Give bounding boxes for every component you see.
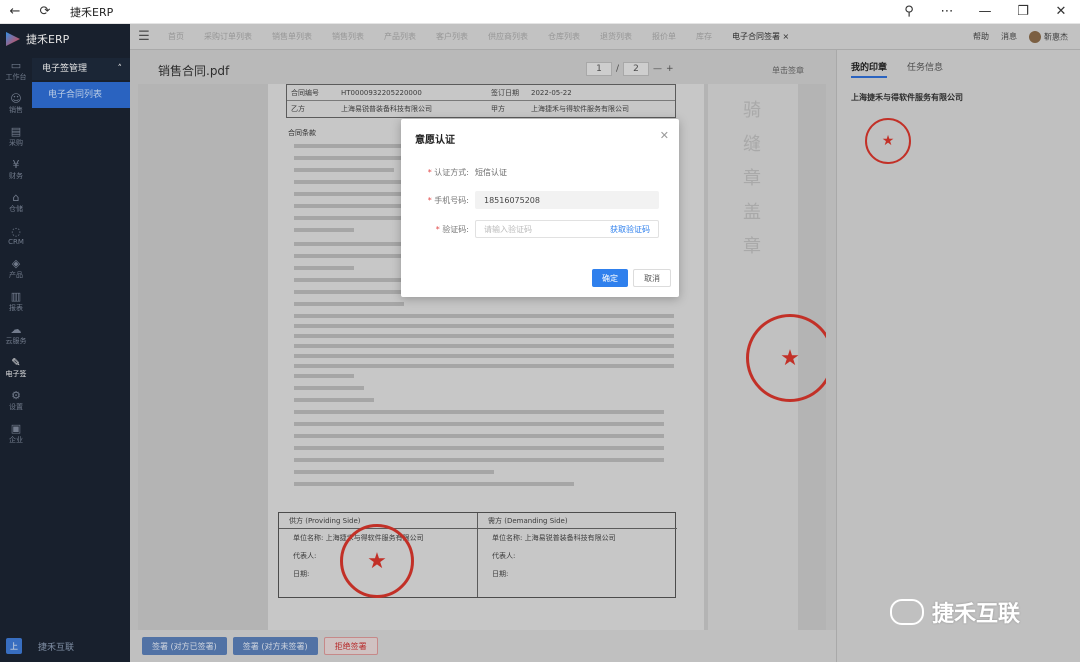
intent-auth-dialog: 意愿认证 ✕ 认证方式: 短信认证 手机号码: 18516075208 验证码:…	[401, 119, 679, 297]
auth-method-label: 认证方式:	[421, 167, 469, 178]
phone-row: 手机号码: 18516075208	[421, 191, 659, 209]
window-title: 捷禾ERP	[70, 5, 114, 19]
auth-method-row: 认证方式: 短信认证	[421, 167, 507, 178]
more-icon[interactable]: ⋯	[928, 0, 966, 24]
confirm-button[interactable]: 确定	[592, 269, 628, 287]
maximize-icon[interactable]: ❐	[1004, 0, 1042, 24]
phone-field: 18516075208	[475, 191, 659, 209]
cancel-button[interactable]: 取消	[633, 269, 671, 287]
zoom-icon[interactable]: ⚲	[890, 0, 928, 24]
close-window-icon[interactable]: ✕	[1042, 0, 1080, 24]
watermark: 捷禾互联	[890, 596, 1020, 628]
get-code-button[interactable]: 获取验证码	[610, 224, 650, 235]
code-input[interactable]: 请输入验证码 获取验证码	[475, 220, 659, 238]
wechat-icon	[890, 599, 924, 625]
close-icon[interactable]: ✕	[660, 129, 669, 142]
dialog-title: 意愿认证	[415, 135, 455, 146]
window-titlebar: ← ⟳ 捷禾ERP ⚲ ⋯ — ❐ ✕	[0, 0, 1080, 24]
auth-method-value: 短信认证	[475, 168, 507, 177]
minimize-icon[interactable]: —	[966, 0, 1004, 24]
refresh-icon[interactable]: ⟳	[30, 0, 60, 24]
code-placeholder: 请输入验证码	[484, 224, 532, 234]
code-row: 验证码: 请输入验证码 获取验证码	[421, 220, 659, 238]
back-icon[interactable]: ←	[0, 0, 30, 24]
phone-label: 手机号码:	[421, 195, 469, 206]
code-label: 验证码:	[421, 224, 469, 235]
